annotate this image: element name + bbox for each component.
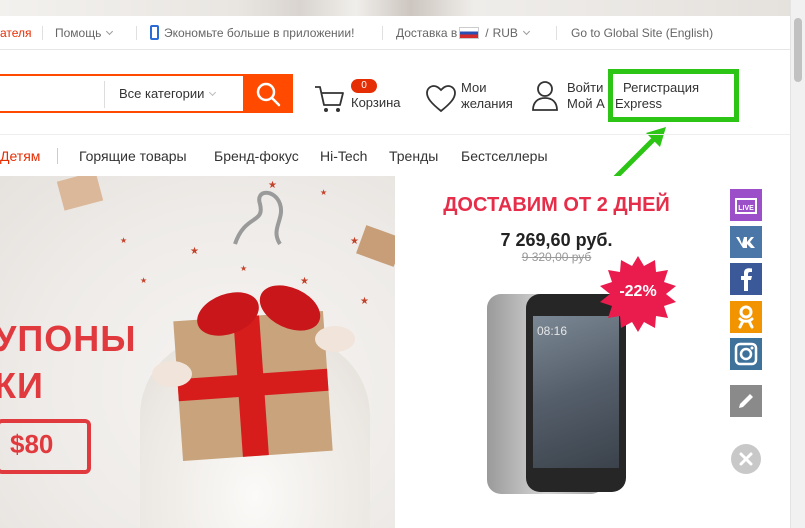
highlight-box (608, 69, 739, 122)
close-icon[interactable] (730, 443, 762, 475)
discount-badge: -22% (600, 256, 676, 332)
global-site-link[interactable]: Go to Global Site (English) (571, 16, 713, 50)
cart-count-badge: 0 (351, 79, 377, 93)
help-label: Помощь (55, 26, 102, 40)
live-icon[interactable]: LIVE (730, 189, 762, 221)
divider (136, 26, 137, 40)
seller-link[interactable]: ателя (0, 16, 32, 50)
category-select[interactable]: Все категории (119, 76, 217, 111)
search-button[interactable] (243, 74, 293, 113)
category-select-label: Все категории (119, 86, 205, 101)
divider (57, 148, 58, 164)
wishlist-line2[interactable]: желания (461, 96, 513, 112)
promo-title: ДОСТАВИМ ОТ 2 ДНЕЙ (443, 194, 670, 216)
divider (556, 26, 557, 40)
nav-item-brand-focus[interactable]: Бренд-фокус (214, 135, 299, 177)
chevron-down-icon (209, 88, 217, 97)
ship-to-selector[interactable]: Доставка в / RUB (396, 16, 530, 50)
small-gift-image (56, 176, 104, 211)
ok-icon[interactable] (730, 301, 762, 333)
promo-price: 7 269,60 руб. (500, 230, 613, 250)
app-promo-label: Экономьте больше в приложении! (164, 26, 355, 40)
coupon-badge: $80 (0, 419, 91, 474)
search-icon (256, 82, 281, 107)
my-account-link[interactable]: Мой A (567, 96, 605, 112)
phone-screen (533, 316, 619, 468)
svg-text:LIVE: LIVE (738, 205, 754, 212)
app-promo-link[interactable]: Экономьте больше в приложении! (150, 16, 354, 50)
banner-headline-1: УПОНЫ (0, 318, 137, 359)
star-decoration: ★ (300, 276, 309, 287)
heart-icon[interactable] (425, 84, 457, 114)
hand-image (152, 361, 192, 387)
russia-flag-icon (459, 27, 480, 39)
star-decoration: ★ (190, 246, 199, 257)
nav-item-hitech[interactable]: Hi-Tech (320, 135, 367, 177)
help-menu[interactable]: Помощь (55, 16, 114, 50)
star-decoration: ★ (120, 236, 128, 245)
nav-item-trends[interactable]: Тренды (389, 135, 438, 177)
vk-icon[interactable] (730, 226, 762, 258)
banner-headline-2: КИ (0, 365, 44, 406)
cart-button[interactable]: 0 Корзина (313, 79, 413, 119)
star-decoration: ★ (320, 188, 328, 197)
chevron-down-icon (522, 27, 530, 36)
chevron-down-icon (106, 27, 114, 36)
top-bar: ателя Помощь Экономьте больше в приложен… (0, 16, 790, 50)
divider (382, 26, 383, 40)
wishlist-line1[interactable]: Мои (461, 80, 486, 96)
nav-item-kids[interactable]: Детям (0, 135, 40, 177)
ship-to-label: Доставка в (396, 26, 458, 40)
scrollbar-thumb[interactable] (794, 18, 802, 82)
divider (104, 81, 105, 108)
facebook-icon[interactable] (730, 263, 762, 295)
cart-icon (315, 86, 344, 112)
top-banner-image (0, 0, 790, 16)
page: ателя Помощь Экономьте больше в приложен… (0, 0, 805, 528)
user-icon[interactable] (531, 80, 559, 112)
star-decoration: ★ (360, 296, 369, 307)
category-nav: Детям Горящие товары Бренд-фокус Hi-Tech… (0, 134, 790, 176)
ribbon-curl-image (233, 190, 284, 246)
small-gift-image (356, 225, 395, 267)
nav-item-bestsellers[interactable]: Бестселлеры (461, 135, 548, 177)
main-banner[interactable]: ★ ★ ★ ★ ★ ★ ★ ★ ★ УПОНЫ КИ $80 (0, 176, 395, 528)
star-decoration: ★ (240, 264, 248, 273)
mobile-phone-icon (150, 25, 159, 40)
star-decoration: ★ (140, 276, 148, 285)
hand-image (315, 326, 355, 352)
divider (42, 26, 43, 40)
currency-label: RUB (492, 26, 518, 40)
edit-icon[interactable] (730, 385, 762, 417)
instagram-icon[interactable] (730, 338, 762, 370)
nav-item-hot-deals[interactable]: Горящие товары (79, 135, 187, 177)
promo-card[interactable]: ДОСТАВИМ ОТ 2 ДНЕЙ 7 269,60 руб. 9 320,0… (395, 176, 718, 528)
discount-label: -22% (619, 283, 657, 300)
gift-box-image (173, 310, 333, 462)
coupon-value: $80 (10, 429, 54, 459)
search-input[interactable]: Все категории (0, 74, 243, 113)
cart-label: Корзина (351, 95, 401, 110)
phone-screen-time: 08:16 (537, 324, 568, 338)
login-link[interactable]: Войти (567, 80, 603, 96)
